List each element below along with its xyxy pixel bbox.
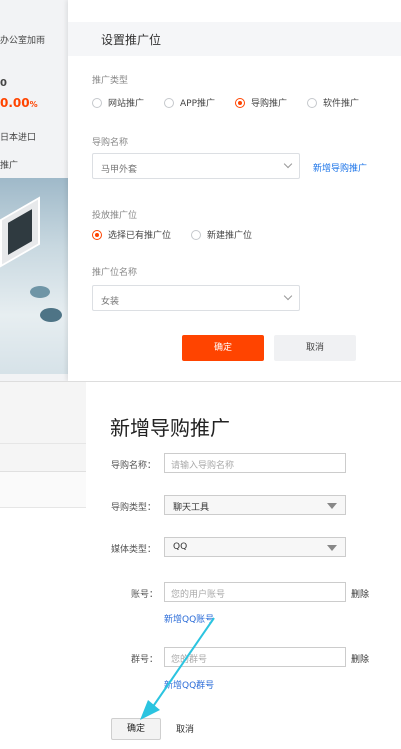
placement-name-label: 推广位名称 [92, 268, 138, 278]
background-text: 办公室加雨 [0, 36, 46, 46]
media-type-field-label: 媒体类型： [111, 545, 157, 555]
form-cancel-button[interactable]: 取消 [176, 722, 194, 735]
guide-name-label: 导购名称 [92, 138, 129, 148]
form-title: 新增导购推广 [110, 416, 230, 440]
account-input[interactable]: 您的用户账号 [164, 582, 346, 602]
add-qq-account-link[interactable]: 新增QQ账号 [164, 612, 214, 625]
guide-name-select[interactable]: 马甲外套 [92, 153, 300, 179]
guide-type-select[interactable]: 聊天工具 [164, 495, 346, 515]
background-text: 推广 [0, 161, 19, 171]
radio-software-promo[interactable]: 软件推广 [307, 96, 359, 109]
caret-down-icon [327, 545, 337, 551]
guide-name-field-label: 导购名称： [111, 461, 157, 471]
promo-type-group: 网站推广 APP推广 导购推广 软件推广 [92, 96, 379, 109]
radio-website-promo[interactable]: 网站推广 [92, 96, 144, 109]
confirm-button[interactable]: 确定 [182, 335, 264, 361]
delete-account-link[interactable]: 删除 [351, 587, 369, 600]
media-type-select[interactable]: QQ [164, 537, 346, 557]
radio-new-placement[interactable]: 新建推广位 [191, 228, 252, 241]
radio-app-promo[interactable]: APP推广 [164, 96, 215, 109]
cancel-button[interactable]: 取消 [274, 335, 356, 361]
background-text: 日本进口 [0, 133, 37, 143]
form-confirm-button[interactable]: 确定 [111, 718, 161, 740]
background-text: 0 [0, 78, 7, 89]
dialog-header: 设置推广位 [68, 22, 401, 56]
guide-name-input[interactable]: 请输入导购名称 [164, 453, 346, 473]
set-placement-dialog: 设置推广位 推广类型 网站推广 APP推广 导购推广 软件推广 导购名称 马甲外… [68, 0, 401, 381]
radio-existing-placement[interactable]: 选择已有推广位 [92, 228, 171, 241]
radio-selected-icon [92, 229, 102, 240]
group-field-label: 群号： [131, 655, 159, 665]
new-guide-promo-link[interactable]: 新增导购推广 [313, 161, 367, 174]
guide-type-field-label: 导购类型： [111, 503, 157, 513]
decor-shape [30, 286, 50, 298]
radio-selected-icon [235, 97, 246, 108]
bottom-panel: 新增导购推广 导购名称： 请输入导购名称 导购类型： 聊天工具 媒体类型： QQ… [0, 381, 401, 749]
background-page: 办公室加雨 0 0.00% 日本进口 推广 [0, 0, 68, 381]
arrow-head [140, 700, 160, 720]
placement-group: 选择已有推广位 新建推广位 [92, 228, 272, 241]
background-band [0, 382, 86, 444]
radio-circle-icon [307, 97, 318, 108]
radio-circle-icon [191, 229, 202, 240]
decor-shape [40, 308, 62, 322]
delete-group-link[interactable]: 删除 [351, 652, 369, 665]
account-field-label: 账号： [131, 590, 159, 600]
placement-name-select[interactable]: 女装 [92, 285, 300, 311]
background-price: 0.00% [0, 96, 38, 110]
caret-down-icon [327, 503, 337, 509]
radio-circle-icon [164, 97, 175, 108]
add-qq-group-link[interactable]: 新增QQ群号 [164, 678, 214, 691]
promo-type-label: 推广类型 [92, 76, 129, 86]
radio-guide-promo[interactable]: 导购推广 [235, 96, 287, 109]
group-input[interactable]: 您的群号 [164, 647, 346, 667]
placement-label: 投放推广位 [92, 211, 138, 221]
chevron-down-icon [283, 159, 293, 169]
chevron-down-icon [283, 291, 293, 301]
radio-circle-icon [92, 97, 102, 108]
background-band [0, 444, 86, 472]
dialog-title: 设置推广位 [101, 33, 162, 47]
background-band [0, 472, 86, 508]
product-photo [0, 178, 68, 374]
laptop-image [0, 196, 40, 268]
top-panel: 办公室加雨 0 0.00% 日本进口 推广 设置推广位 推广类型 网站推广 AP… [0, 0, 401, 381]
